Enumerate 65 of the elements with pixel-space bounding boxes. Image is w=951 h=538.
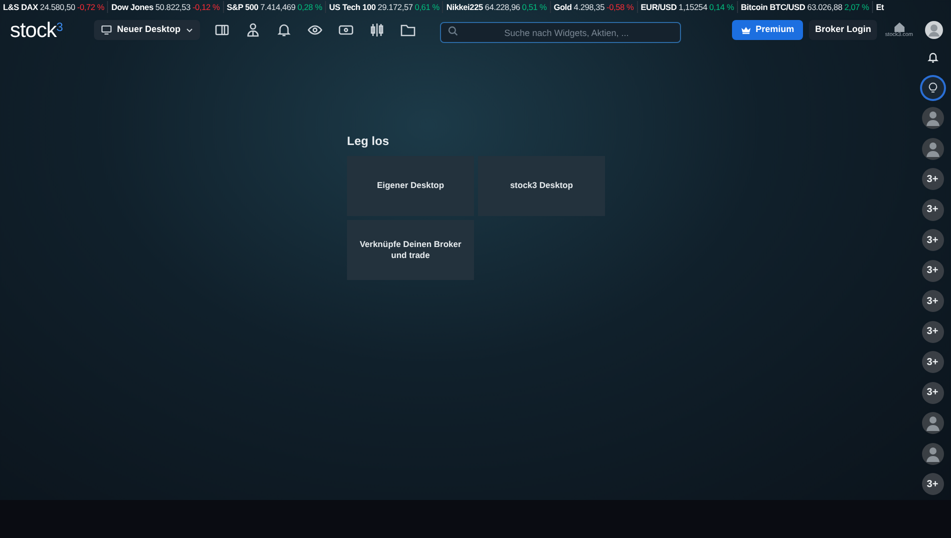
avatar-icon[interactable]	[925, 21, 943, 39]
ticker-name[interactable]: Nikkei225	[446, 0, 483, 14]
crown-icon	[740, 26, 751, 34]
stock3-plus-button[interactable]: 3+	[922, 382, 944, 404]
ticker-name[interactable]: L&S DAX	[3, 0, 38, 14]
ticker-value: 1,15254	[678, 0, 708, 14]
ticker-name[interactable]: US Tech 100	[329, 0, 376, 14]
person-icon[interactable]	[244, 22, 261, 38]
ticker-value: 24.580,50	[40, 0, 76, 14]
ticker-change: -0,12 %	[192, 0, 220, 14]
stock3-plus-button[interactable]: 3+	[922, 198, 944, 220]
avatar-button[interactable]	[922, 412, 944, 434]
ticker-change: 2,07 %	[844, 0, 869, 14]
avatar-button[interactable]	[922, 442, 944, 464]
stock3-plus-button[interactable]: 3+	[922, 260, 944, 282]
stock3-plus-button[interactable]: 3+	[922, 473, 944, 495]
stock3-plus-button[interactable]: 3+	[922, 229, 944, 251]
ticker-name[interactable]: Et	[876, 0, 884, 14]
lightbulb-icon	[926, 82, 938, 94]
ticker-name[interactable]: S&P 500	[226, 0, 258, 14]
ticker-change: 0,28 %	[297, 0, 322, 14]
person-silhouette-icon	[926, 446, 940, 462]
start-card[interactable]: Verknüpfe Deinen Broker und trade	[347, 220, 474, 280]
person-silhouette-icon	[926, 140, 940, 156]
house-icon	[894, 22, 905, 32]
bell-icon[interactable]	[276, 22, 292, 38]
candlestick-icon[interactable]	[368, 22, 385, 38]
avatar-button[interactable]	[922, 138, 944, 160]
ticker-value: 7.414,469	[260, 0, 296, 14]
ticker-name[interactable]: EUR/USD	[640, 0, 677, 14]
ticker-name[interactable]: Gold	[554, 0, 572, 14]
ticker-value: 50.822,53	[155, 0, 190, 14]
ticker-change: 0,61 %	[414, 0, 440, 14]
ticker-change: 0,51 %	[522, 0, 547, 14]
ticker-value: 64.228,96	[484, 0, 520, 14]
stock3-plus-button[interactable]: 3+	[922, 320, 944, 342]
ticker-value: 4.298,35	[574, 0, 604, 14]
section-title: Leg los	[347, 133, 390, 150]
columns-icon[interactable]	[214, 22, 230, 38]
stock3-logo[interactable]: stock$^{3}$	[10, 20, 84, 40]
stock3-plus-button[interactable]: 3+	[922, 168, 944, 190]
ticker-name[interactable]: Bitcoin BTC/USD	[740, 0, 806, 14]
chevron-down-icon	[186, 28, 193, 32]
folder-icon[interactable]	[400, 22, 416, 38]
search-icon	[448, 26, 458, 36]
desktop-dropdown[interactable]: Neuer Desktop	[94, 20, 200, 40]
ticker-change: 0,14 %	[709, 0, 734, 14]
person-silhouette-icon	[926, 415, 940, 431]
person-silhouette-icon	[926, 110, 940, 126]
ticker-change: -0,58 %	[606, 0, 634, 14]
monitor-icon	[101, 25, 112, 35]
bell-icon	[926, 51, 938, 63]
start-card[interactable]: stock3 Desktop	[478, 156, 605, 216]
idea-button[interactable]	[922, 76, 944, 98]
stock3-plus-button[interactable]: 3+	[922, 290, 944, 312]
ticker-value: 63.026,88	[807, 0, 842, 14]
ticker-name[interactable]: Dow Jones	[111, 0, 154, 14]
ticker-value: 29.172,57	[378, 0, 413, 14]
broker-login-button[interactable]: Broker Login	[809, 20, 878, 40]
ticker-change: -0,72 %	[77, 0, 104, 14]
search-field[interactable]: Suche nach Widgets, Aktien, ...	[440, 22, 681, 43]
stock3-plus-button[interactable]: 3+	[922, 351, 944, 373]
avatar-button[interactable]	[922, 107, 944, 129]
start-card[interactable]: Eigener Desktop	[347, 156, 474, 216]
premium-button[interactable]: Premium	[732, 20, 804, 40]
